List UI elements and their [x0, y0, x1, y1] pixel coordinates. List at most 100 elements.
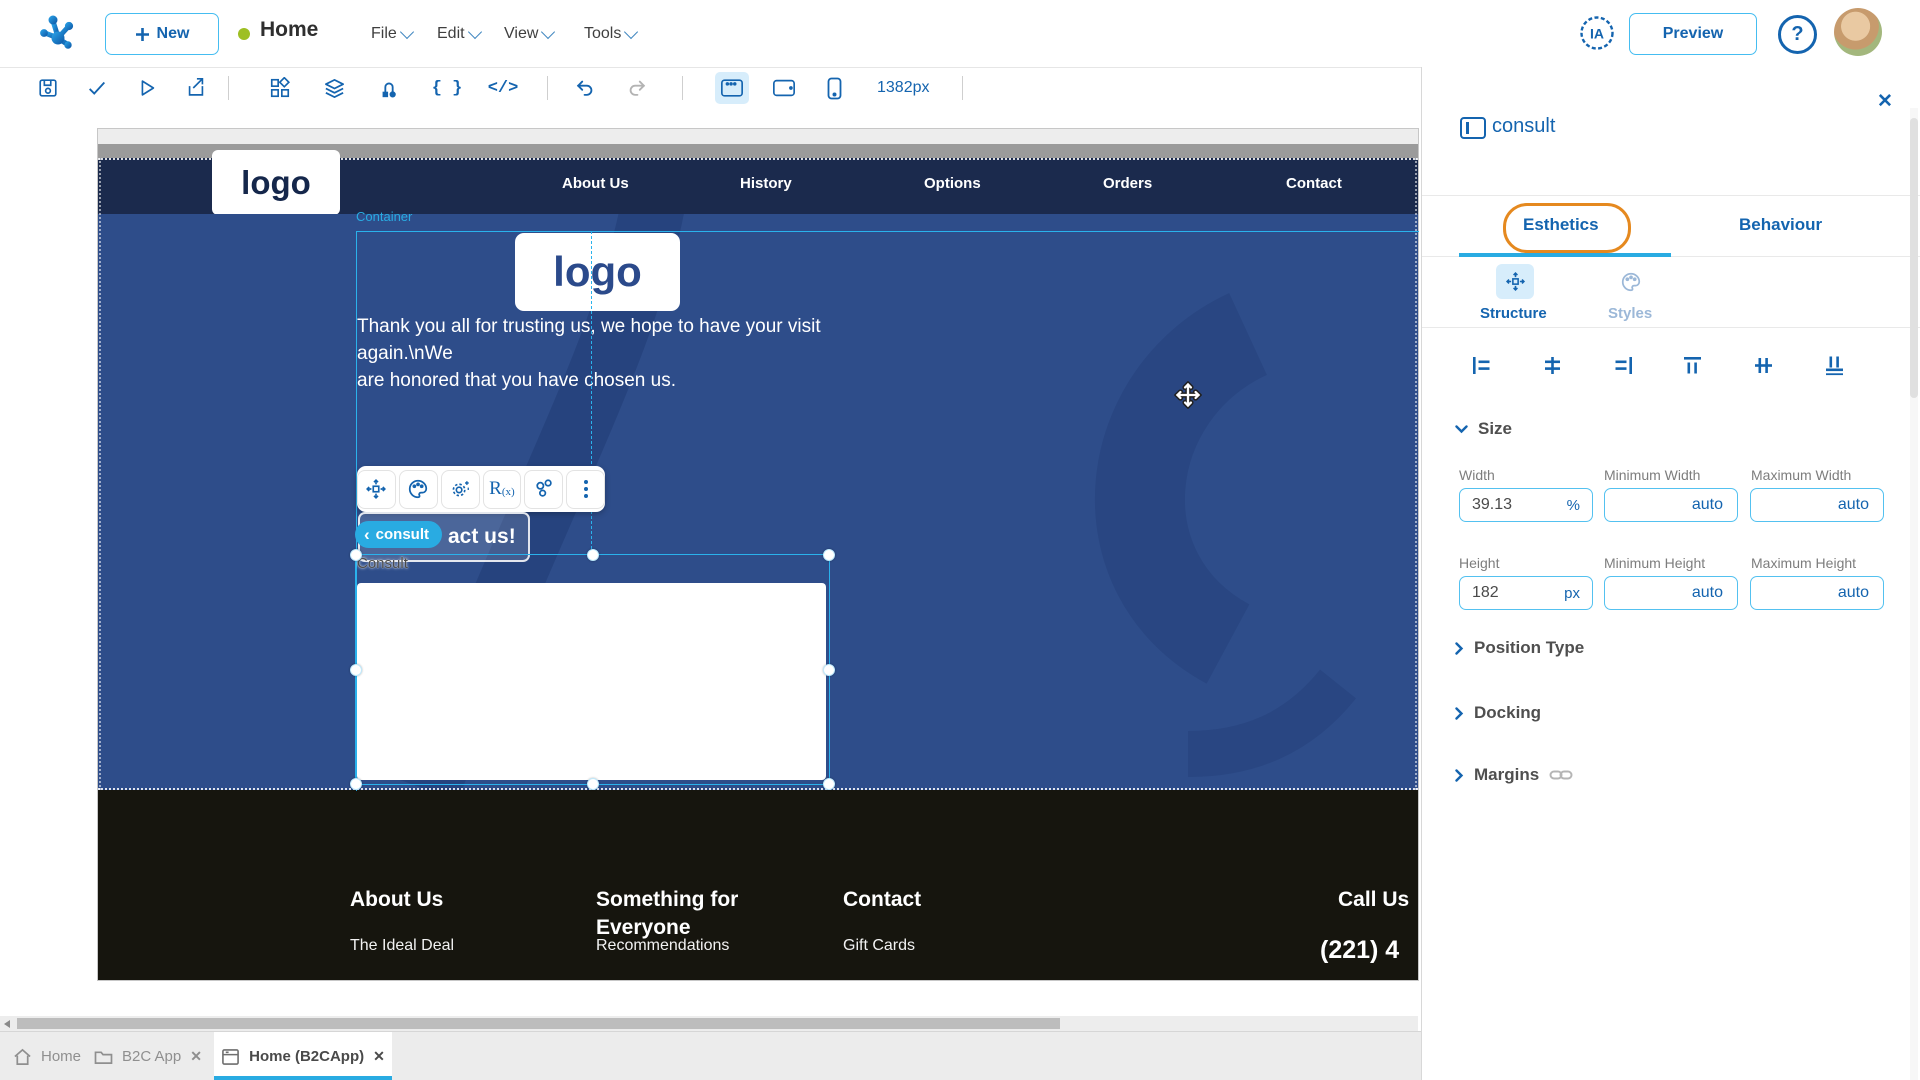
phone-viewport-button[interactable]: [817, 72, 851, 104]
min-width-input[interactable]: [1605, 489, 1737, 521]
preview-button[interactable]: Preview: [1629, 13, 1757, 55]
hero-logo[interactable]: logo: [515, 233, 680, 311]
section-position-type[interactable]: Position Type: [1455, 638, 1584, 658]
tablet-viewport-button[interactable]: [767, 72, 801, 104]
check-errors-button[interactable]: [80, 72, 114, 104]
expression-button[interactable]: { }: [430, 72, 464, 104]
menu-tools[interactable]: Tools: [584, 0, 636, 67]
footer-phone: (221) 4: [1320, 936, 1399, 965]
site-footer[interactable]: About Us The Ideal Deal Something for Ev…: [98, 790, 1418, 980]
max-height-label: Maximum Height: [1751, 555, 1856, 571]
close-panel-button[interactable]: ✕: [1877, 90, 1893, 113]
tab-behaviour[interactable]: Behaviour: [1739, 215, 1822, 235]
max-width-input[interactable]: [1751, 489, 1883, 521]
desktop-viewport-button[interactable]: [715, 72, 749, 104]
menu-file[interactable]: File: [371, 0, 412, 67]
align-bottom-button[interactable]: [1823, 354, 1846, 377]
tab-esthetics[interactable]: Esthetics: [1523, 215, 1599, 235]
redo-button[interactable]: [620, 72, 654, 104]
panel-scrollbar[interactable]: [1910, 108, 1918, 1080]
width-input-wrap: %: [1459, 488, 1593, 522]
toolbar-divider: [682, 76, 683, 100]
connector-button[interactable]: [372, 72, 406, 104]
connections-widget-button[interactable]: [524, 470, 563, 509]
resize-handle-s[interactable]: [587, 778, 599, 790]
resize-handle-n[interactable]: [587, 549, 599, 561]
tab-b2c-app[interactable]: B2C App ✕: [94, 1032, 202, 1080]
min-height-input[interactable]: [1605, 577, 1737, 609]
section-size[interactable]: Size: [1455, 419, 1512, 439]
tab-home[interactable]: Home: [13, 1032, 81, 1080]
plus-icon: [135, 27, 150, 42]
footer-link[interactable]: The Ideal Deal: [350, 937, 454, 955]
move-widget-button[interactable]: [357, 470, 396, 509]
site-navbar[interactable]: logo About Us History Options Orders Con…: [98, 158, 1418, 214]
chevron-left-icon: ‹: [364, 526, 370, 543]
min-width-label: Minimum Width: [1604, 467, 1700, 483]
publish-button[interactable]: [179, 72, 213, 104]
align-top-button[interactable]: [1681, 354, 1704, 377]
footer-link[interactable]: Gift Cards: [843, 937, 915, 955]
new-button-label: New: [157, 25, 190, 43]
page-top-margin: [98, 129, 1418, 144]
widgets-button[interactable]: [263, 72, 297, 104]
section-margins[interactable]: Margins: [1455, 765, 1573, 785]
app-logo-icon[interactable]: [36, 11, 80, 55]
tab-home-b2capp-active[interactable]: Home (B2CApp) ✕: [214, 1032, 392, 1080]
ia-assistant-icon[interactable]: IA: [1576, 12, 1618, 54]
close-tab-icon[interactable]: ✕: [373, 1048, 385, 1065]
expression-widget-button[interactable]: R(x): [483, 470, 522, 509]
align-right-button[interactable]: [1612, 354, 1635, 377]
document-title: Home: [260, 18, 318, 42]
width-label: Width: [1459, 467, 1495, 483]
panel-title: consult: [1492, 115, 1555, 138]
subtab-styles-icon-button[interactable]: [1612, 264, 1650, 299]
align-center-horizontal-button[interactable]: [1541, 354, 1564, 377]
height-label: Height: [1459, 555, 1499, 571]
more-options-widget-button[interactable]: [566, 470, 605, 509]
source-code-button[interactable]: </>: [486, 72, 520, 104]
max-height-input[interactable]: [1751, 577, 1883, 609]
subtab-structure-icon-button[interactable]: [1496, 264, 1534, 299]
subtab-styles-label[interactable]: Styles: [1608, 305, 1652, 322]
align-left-button[interactable]: [1470, 354, 1493, 377]
settings-widget-button[interactable]: [441, 470, 480, 509]
redo-icon: [626, 77, 648, 99]
run-button[interactable]: [130, 72, 164, 104]
resize-handle-se[interactable]: [823, 778, 835, 790]
menu-edit[interactable]: Edit: [437, 0, 480, 67]
scrollbar-thumb[interactable]: [17, 1018, 1060, 1029]
resize-handle-sw[interactable]: [350, 778, 362, 790]
consult-widget[interactable]: [357, 583, 826, 780]
nav-item-options[interactable]: Options: [924, 175, 981, 192]
resize-handle-e[interactable]: [823, 664, 835, 676]
hero-text[interactable]: Thank you all for trusting us, we hope t…: [357, 313, 857, 394]
canvas-horizontal-scrollbar[interactable]: [0, 1016, 1418, 1031]
new-button[interactable]: New: [105, 13, 219, 55]
footer-link[interactable]: Recommendations: [596, 937, 729, 955]
scroll-left-arrow[interactable]: [4, 1020, 10, 1028]
save-button[interactable]: [31, 72, 65, 104]
section-docking[interactable]: Docking: [1455, 703, 1541, 723]
layout-selection-border-right: [1415, 158, 1417, 790]
resize-handle-nw[interactable]: [350, 549, 362, 561]
user-avatar[interactable]: [1834, 8, 1882, 56]
move-icon: [365, 478, 387, 500]
nav-item-about-us[interactable]: About Us: [562, 175, 629, 192]
align-center-vertical-button[interactable]: [1752, 354, 1775, 377]
max-height-input-wrap: [1750, 576, 1884, 610]
nav-item-orders[interactable]: Orders: [1103, 175, 1152, 192]
style-widget-button[interactable]: [399, 470, 438, 509]
undo-button[interactable]: [568, 72, 602, 104]
nav-item-contact[interactable]: Contact: [1286, 175, 1342, 192]
subtab-structure-label[interactable]: Structure: [1480, 305, 1547, 322]
help-icon[interactable]: ?: [1778, 15, 1817, 54]
min-height-label: Minimum Height: [1604, 555, 1705, 571]
resize-handle-ne[interactable]: [823, 549, 835, 561]
close-tab-icon[interactable]: ✕: [190, 1048, 202, 1065]
resize-handle-w[interactable]: [350, 664, 362, 676]
menu-view[interactable]: View: [504, 0, 553, 67]
nav-item-history[interactable]: History: [740, 175, 792, 192]
consult-breadcrumb-chip[interactable]: ‹ consult: [355, 521, 442, 548]
layers-button[interactable]: [317, 72, 351, 104]
